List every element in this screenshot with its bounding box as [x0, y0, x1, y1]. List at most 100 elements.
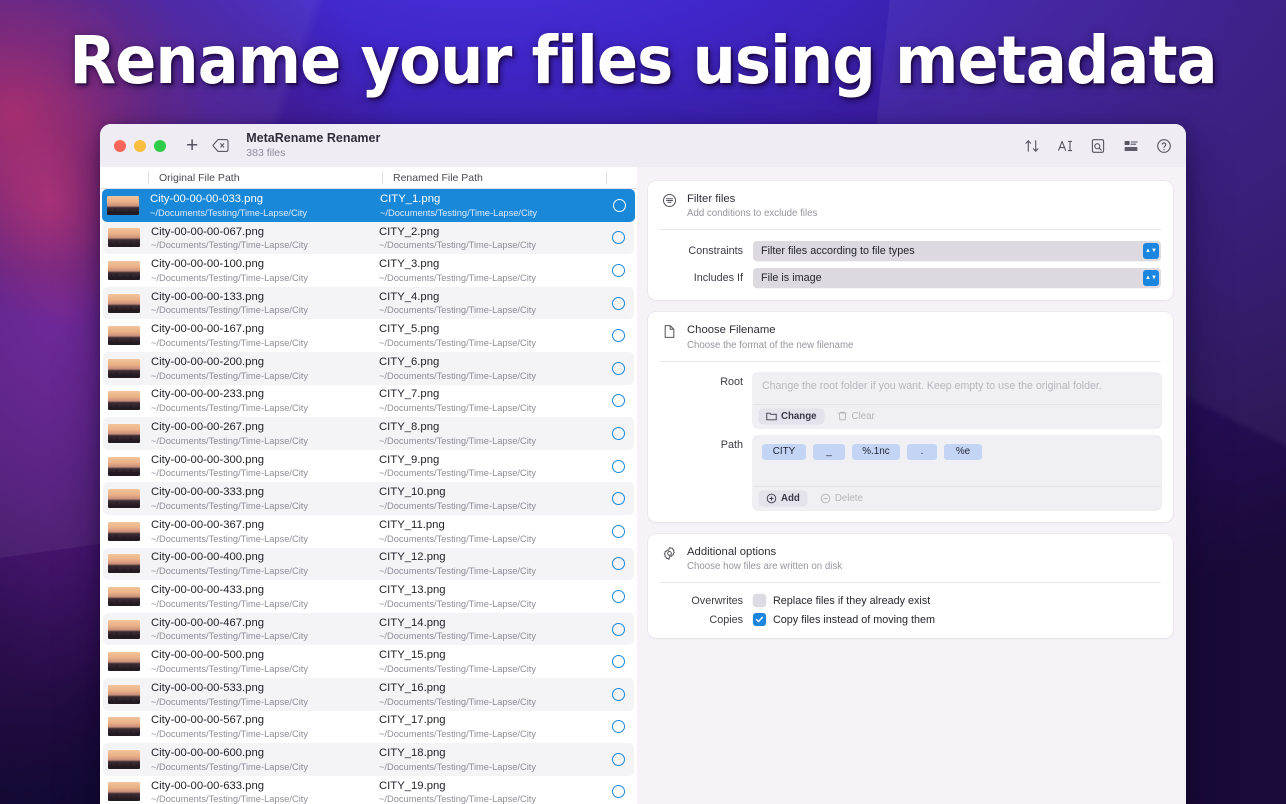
file-thumbnail: [108, 586, 140, 606]
row-status[interactable]: [603, 589, 634, 603]
table-row[interactable]: City-00-00-00-600.png ~/Documents/Testing…: [103, 743, 634, 776]
sort-button[interactable]: [1024, 138, 1040, 154]
path-token[interactable]: %e: [944, 443, 982, 461]
renamed-file-name: CITY_13.png: [379, 584, 446, 597]
column-header-original[interactable]: Original File Path: [148, 171, 382, 184]
row-status[interactable]: [603, 426, 634, 440]
path-token[interactable]: .: [907, 443, 937, 461]
renamed-file-name: CITY_11.png: [379, 518, 445, 531]
row-status[interactable]: [603, 524, 634, 538]
file-thumbnail: [108, 684, 140, 704]
table-row[interactable]: City-00-00-00-167.png ~/Documents/Testing…: [103, 319, 634, 352]
overwrites-checkbox[interactable]: [753, 594, 766, 608]
includes-if-select[interactable]: File is image ▲▼: [753, 268, 1161, 289]
renamed-file-name: CITY_5.png: [379, 323, 440, 336]
column-header-renamed[interactable]: Renamed File Path: [382, 171, 606, 184]
change-root-button[interactable]: Change: [759, 408, 824, 424]
copies-row: Copies Copy files instead of moving them: [660, 613, 1161, 627]
row-status[interactable]: [603, 720, 634, 734]
renamed-file-path: ~/Documents/Testing/Time-Lapse/City: [379, 631, 536, 642]
zoom-button[interactable]: [154, 139, 166, 152]
table-row[interactable]: City-00-00-00-533.png ~/Documents/Testing…: [103, 677, 634, 711]
close-button[interactable]: [114, 139, 126, 152]
table-row[interactable]: City-00-00-00-500.png ~/Documents/Testing…: [103, 645, 634, 678]
copies-checkbox[interactable]: [753, 613, 766, 627]
row-status[interactable]: [603, 557, 634, 571]
table-row[interactable]: City-00-00-00-267.png ~/Documents/Testing…: [103, 417, 634, 450]
table-row[interactable]: City-00-00-00-567.png ~/Documents/Testing…: [103, 711, 634, 744]
renamed-file-name: CITY_16.png: [379, 681, 446, 694]
row-status[interactable]: [603, 752, 634, 766]
path-tokens[interactable]: CITY _ %.1nc. %e: [753, 436, 1161, 486]
original-file-name: City-00-00-00-433.png: [151, 584, 265, 597]
table-row[interactable]: City-00-00-00-467.png ~/Documents/Testing…: [103, 612, 634, 646]
table-row[interactable]: City-00-00-00-200.png ~/Documents/Testing…: [103, 351, 634, 385]
row-status[interactable]: [603, 687, 634, 701]
table-row[interactable]: City-00-00-00-367.png ~/Documents/Testing…: [103, 515, 634, 548]
add-files-button[interactable]: +: [186, 135, 198, 156]
clear-root-label: Clear: [851, 410, 875, 422]
renamed-file-name: CITY_10.png: [379, 486, 446, 499]
minimize-button[interactable]: [134, 139, 146, 152]
preview-button[interactable]: [1090, 138, 1106, 154]
row-status[interactable]: [603, 655, 634, 669]
row-status[interactable]: [603, 394, 634, 408]
remove-tag-button[interactable]: [208, 134, 232, 158]
row-status[interactable]: [603, 785, 634, 799]
row-status[interactable]: [603, 263, 634, 277]
table-row[interactable]: City-00-00-00-133.png ~/Documents/Testing…: [103, 286, 634, 320]
row-status[interactable]: [604, 198, 635, 212]
delete-token-button[interactable]: Delete: [813, 491, 870, 506]
path-token[interactable]: _: [813, 443, 845, 461]
table-row[interactable]: City-00-00-00-100.png ~/Documents/Testing…: [103, 254, 634, 287]
minus-circle-icon: [820, 493, 831, 504]
add-token-button[interactable]: Add: [759, 490, 807, 506]
row-status[interactable]: [603, 296, 634, 310]
path-token[interactable]: %.1nc: [852, 443, 900, 461]
root-input[interactable]: Change the root folder if you want. Keep…: [753, 373, 1161, 404]
overwrites-row: Overwrites Replace files if they already…: [660, 594, 1161, 608]
window-title-block: MetaRename Renamer 383 files: [246, 131, 380, 160]
row-status[interactable]: [603, 329, 634, 343]
table-row[interactable]: City-00-00-00-333.png ~/Documents/Testing…: [103, 482, 634, 515]
help-button[interactable]: [1156, 138, 1172, 154]
status-circle-icon: [612, 329, 625, 343]
renamed-file-path: ~/Documents/Testing/Time-Lapse/City: [379, 729, 536, 740]
row-status[interactable]: [603, 361, 634, 375]
stepper-icon[interactable]: ▲▼: [1143, 270, 1159, 287]
row-status[interactable]: [603, 231, 634, 245]
copies-text: Copy files instead of moving them: [773, 613, 936, 626]
options-card-title: Additional options: [687, 545, 777, 558]
filter-card-body: Constraints Filter files according to fi…: [648, 230, 1173, 300]
row-status[interactable]: [603, 622, 634, 636]
table-row[interactable]: City-00-00-00-433.png ~/Documents/Testing…: [103, 580, 634, 613]
clear-root-button[interactable]: Clear: [830, 409, 882, 424]
table-row[interactable]: City-00-00-00-233.png ~/Documents/Testing…: [103, 385, 634, 418]
file-thumbnail: [108, 456, 140, 476]
original-file-path: ~/Documents/Testing/Time-Lapse/City: [151, 533, 308, 544]
filter-card-header: Filter files Add conditions to exclude f…: [648, 181, 1173, 229]
filename-card-title: Choose Filename: [687, 324, 776, 337]
path-token[interactable]: CITY: [762, 443, 806, 461]
file-list-rows[interactable]: City-00-00-00-033.png ~/Documents/Testing…: [100, 189, 637, 804]
original-file-path: ~/Documents/Testing/Time-Lapse/City: [151, 729, 308, 740]
table-row[interactable]: City-00-00-00-400.png ~/Documents/Testing…: [103, 547, 634, 581]
renamed-file-name: CITY_19.png: [379, 779, 446, 792]
folder-icon: [766, 411, 777, 421]
list-view-button[interactable]: [1123, 138, 1139, 154]
original-file-name: City-00-00-00-633.png: [151, 779, 265, 792]
constraints-select[interactable]: Filter files according to file types ▲▼: [753, 241, 1161, 262]
table-row[interactable]: City-00-00-00-300.png ~/Documents/Testing…: [103, 450, 634, 483]
text-format-button[interactable]: [1057, 138, 1073, 154]
status-circle-icon: [612, 426, 625, 440]
table-row[interactable]: City-00-00-00-067.png ~/Documents/Testing…: [103, 221, 634, 255]
constraints-label: Constraints: [688, 245, 743, 258]
row-status[interactable]: [603, 492, 634, 506]
file-thumbnail: [108, 423, 140, 443]
table-row[interactable]: City-00-00-00-033.png ~/Documents/Testing…: [102, 189, 635, 222]
file-thumbnail: [108, 391, 140, 411]
renamed-file-name: CITY_12.png: [379, 551, 446, 564]
row-status[interactable]: [603, 459, 634, 473]
table-row[interactable]: City-00-00-00-633.png ~/Documents/Testing…: [103, 776, 634, 804]
stepper-icon[interactable]: ▲▼: [1143, 243, 1159, 260]
